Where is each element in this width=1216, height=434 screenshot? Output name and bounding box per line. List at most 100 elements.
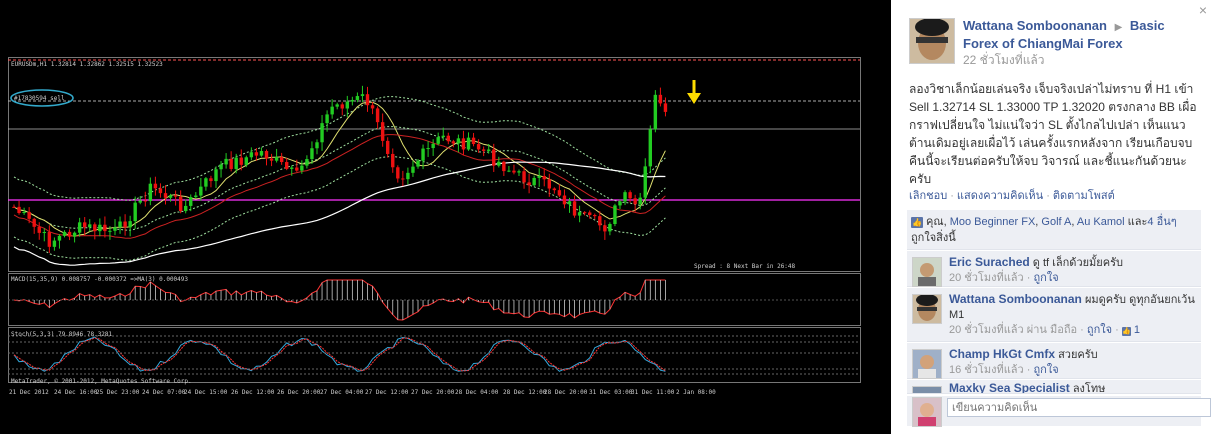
candle-body <box>396 167 400 179</box>
copyright-label: MetaTrader, © 2001-2012, MetaQuotes Soft… <box>11 378 192 385</box>
candle-body <box>638 197 642 205</box>
candle-body <box>552 188 557 191</box>
liker-link[interactable]: Moo Beginner FX <box>950 216 1036 228</box>
time-tick: 31 Dec 03:00 <box>589 389 633 395</box>
commenter-name[interactable]: Eric Surached <box>949 255 1030 269</box>
comment-time[interactable]: 20 ชั่วโมงที่แล้ว <box>949 324 1024 336</box>
candle-body <box>290 167 294 169</box>
candle-body <box>582 212 587 214</box>
candle-body <box>481 149 486 151</box>
candle-body <box>103 224 107 232</box>
candle-body <box>42 232 46 234</box>
comment-meta: 20 ชั่วโมงที่แล้ว · ถูกใจ <box>949 272 1059 284</box>
candle-body <box>401 178 405 180</box>
candle-body <box>194 195 198 198</box>
liker-link[interactable]: Golf A <box>1041 216 1071 228</box>
candle-body <box>350 99 355 102</box>
candle-body <box>88 224 92 228</box>
candle-body <box>199 186 203 196</box>
comment-time[interactable]: 16 ชั่วโมงที่แล้ว <box>949 364 1024 376</box>
author-avatar[interactable] <box>909 18 955 64</box>
candle-body <box>249 152 254 158</box>
candle-body <box>446 135 450 142</box>
candle-body <box>158 188 163 194</box>
comment-text: ดู tf เล็กด้วยมั้ยครับ <box>1032 257 1124 269</box>
candle-body <box>648 129 652 167</box>
candle-body <box>264 151 269 159</box>
unlike-link[interactable]: เลิกชอบ <box>909 190 947 202</box>
my-avatar <box>912 397 942 427</box>
candle-body <box>37 226 41 233</box>
candle-body <box>547 179 551 189</box>
time-tick: 26 Dec 12:00 <box>231 389 275 395</box>
candle-body <box>259 151 264 156</box>
commenter-avatar[interactable] <box>912 257 942 287</box>
candle-body <box>118 221 122 228</box>
post-author-line: Wattana Somboonanan ▶ Basic Forex of Chi… <box>963 18 1193 68</box>
follow-post-link[interactable]: ติดตามโพสต์ <box>1053 190 1115 202</box>
candle-body <box>618 201 622 206</box>
commenter-name[interactable]: Wattana Somboonanan <box>949 292 1082 306</box>
candle-body <box>365 94 370 106</box>
candle-body <box>360 94 365 97</box>
comment-body: Wattana Somboonanan ผมดูครับ ดูทุกอันยกเ… <box>949 292 1197 338</box>
comment-like-link[interactable]: ถูกใจ <box>1087 324 1112 336</box>
candle-body <box>254 152 259 156</box>
comment-meta: 16 ชั่วโมงที่แล้ว · ถูกใจ <box>949 364 1059 376</box>
candle-body <box>456 138 461 144</box>
comment-via: ผ่าน มือถือ <box>1026 324 1078 336</box>
candle-body <box>340 104 344 109</box>
candle-body <box>471 137 476 145</box>
commenter-avatar[interactable] <box>912 349 942 379</box>
candle-body <box>572 201 577 216</box>
commenter-name[interactable]: Maxky Sea Specialist <box>949 381 1070 393</box>
comment-body: Champ HkGt Cmfx สวยครับ 16 ชั่วโมงที่แล้… <box>949 347 1197 378</box>
candle-body <box>537 176 541 178</box>
candle-body <box>83 222 87 228</box>
liker-link[interactable]: Au Kamol <box>1077 216 1125 228</box>
commenter-avatar[interactable] <box>912 294 942 324</box>
candle-body <box>577 212 582 216</box>
candle-body <box>411 166 415 173</box>
comment-like-link[interactable]: ถูกใจ <box>1034 272 1059 284</box>
candle-body <box>300 165 304 171</box>
candle-body <box>567 201 572 205</box>
comment-body: Eric Surached ดู tf เล็กด้วยมั้ยครับ 20 … <box>949 255 1197 286</box>
comment-like-count[interactable]: 👍 1 <box>1121 324 1140 336</box>
like-count: 1 <box>1133 324 1140 336</box>
order-label: #17830594 sell <box>14 95 65 102</box>
comment-text: ลงโทษ <box>1072 383 1106 394</box>
candle-body <box>370 105 375 109</box>
candle-body <box>57 235 62 241</box>
commenter-avatar[interactable] <box>912 386 942 393</box>
time-tick: 28 Dec 20:00 <box>544 389 588 395</box>
avatar-image <box>913 295 941 323</box>
candle-body <box>532 177 536 186</box>
commenter-name[interactable]: Champ HkGt Cmfx <box>949 347 1055 361</box>
post-timestamp[interactable]: 22 ชั่วโมงที่แล้ว <box>963 52 1193 68</box>
comment-like-link[interactable]: ถูกใจ <box>1034 364 1059 376</box>
candle-body <box>224 158 228 165</box>
author-name[interactable]: Wattana Somboonanan <box>963 18 1107 33</box>
close-icon[interactable]: × <box>1199 2 1207 18</box>
comment-meta: 20 ชั่วโมงที่แล้ว ผ่าน มือถือ · ถูกใจ · … <box>949 324 1140 336</box>
candle-body <box>608 224 612 232</box>
candle-body <box>204 178 208 187</box>
candle-body <box>663 103 668 112</box>
candle-body <box>93 224 97 232</box>
likes-suffix: ถูกใจสิ่งนี้ <box>911 232 956 244</box>
comment-item: Maxky Sea Specialist ลงโทษ <box>907 380 1201 394</box>
likes-more-link[interactable]: 4 อื่นๆ <box>1147 216 1176 228</box>
candle-body <box>330 106 334 115</box>
comment-time[interactable]: 20 ชั่วโมงที่แล้ว <box>949 272 1024 284</box>
candle-body <box>189 197 193 206</box>
comment-link[interactable]: แสดงความคิดเห็น <box>957 190 1043 202</box>
candle-body <box>476 144 481 150</box>
candle-body <box>163 193 168 198</box>
candle-body <box>52 240 57 247</box>
candle-body <box>47 232 52 247</box>
avatar-image <box>913 387 941 393</box>
macd-label: MACD(15,35,9) 0.008757 -0.000372 =>MA(3)… <box>11 276 188 283</box>
separator-dot: · <box>1046 190 1050 202</box>
comment-input[interactable] <box>947 398 1211 417</box>
